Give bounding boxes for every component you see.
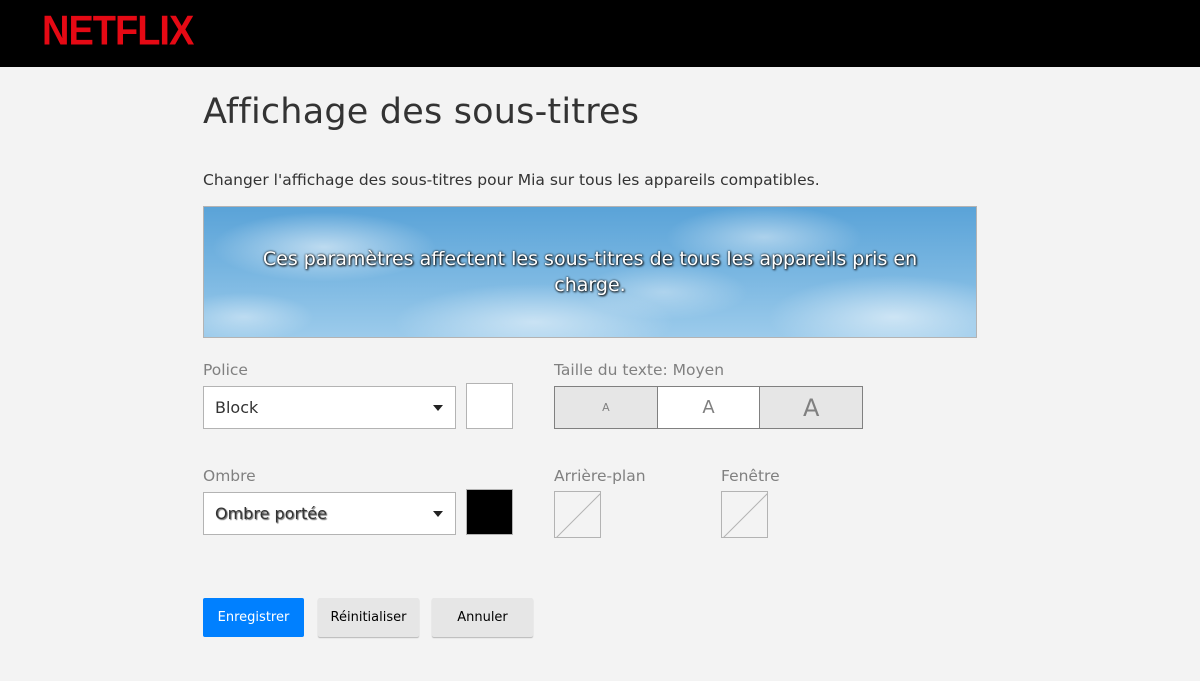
subtitle-preview-text: Ces paramètres affectent les sous-titres… [262, 248, 918, 296]
reset-button[interactable]: Réinitialiser [318, 598, 419, 637]
background-color-swatch[interactable] [554, 491, 601, 538]
cancel-button[interactable]: Annuler [432, 598, 533, 637]
shadow-label: Ombre [203, 467, 256, 485]
text-size-large-button[interactable]: A [760, 387, 863, 428]
save-button[interactable]: Enregistrer [203, 598, 304, 637]
shadow-color-swatch[interactable] [466, 489, 513, 535]
chevron-down-icon [433, 404, 443, 411]
page-title: Affichage des sous-titres [203, 92, 640, 132]
subtitle-preview: Ces paramètres affectent les sous-titres… [203, 206, 977, 338]
window-color-swatch[interactable] [721, 491, 768, 538]
background-label: Arrière-plan [554, 467, 646, 485]
top-bar: NETFLIX [0, 0, 1200, 67]
shadow-select-value: Ombre portée [215, 504, 327, 523]
font-color-swatch[interactable] [466, 383, 513, 429]
netflix-logo[interactable]: NETFLIX [42, 8, 194, 55]
font-select[interactable]: Block [203, 386, 456, 429]
text-size-small-button[interactable]: A [555, 387, 658, 428]
font-select-value: Block [215, 398, 259, 417]
chevron-down-icon [433, 510, 443, 517]
font-label: Police [203, 361, 248, 379]
no-color-icon [723, 493, 767, 537]
no-color-icon [556, 493, 600, 537]
page-description: Changer l'affichage des sous-titres pour… [203, 171, 820, 189]
text-size-selector: A A A [554, 386, 863, 429]
shadow-select[interactable]: Ombre portée [203, 492, 456, 535]
text-size-medium-button[interactable]: A [657, 387, 761, 428]
window-label: Fenêtre [721, 467, 780, 485]
text-size-label: Taille du texte: Moyen [554, 361, 725, 379]
